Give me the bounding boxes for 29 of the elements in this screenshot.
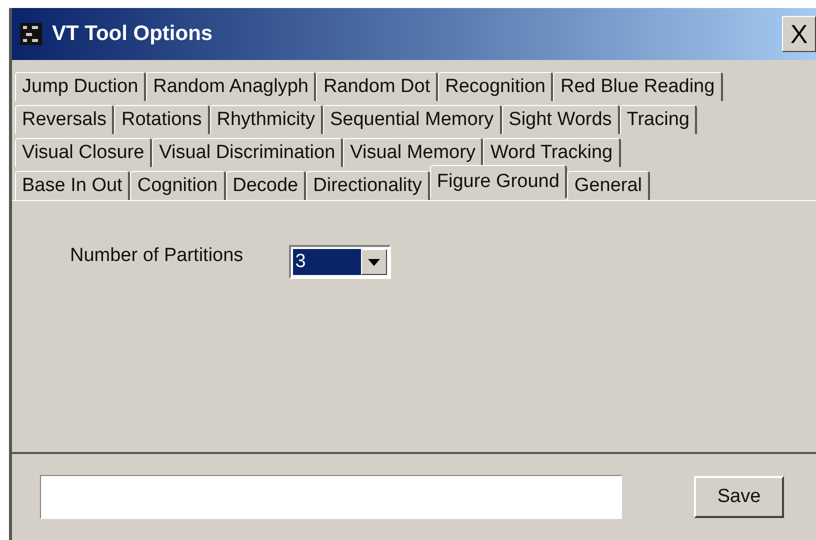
caret-icon bbox=[368, 258, 380, 266]
window-title: VT Tool Options bbox=[52, 22, 214, 46]
tab[interactable]: Figure Ground bbox=[430, 165, 568, 198]
partitions-label: Number of Partitions bbox=[70, 245, 244, 267]
tab[interactable]: General bbox=[567, 171, 650, 200]
tab[interactable]: Directionality bbox=[306, 171, 430, 200]
tab[interactable]: Random Anaglyph bbox=[146, 72, 316, 101]
tab[interactable]: Sight Words bbox=[502, 105, 620, 134]
tab[interactable]: Red Blue Reading bbox=[553, 72, 723, 101]
tab[interactable]: Reversals bbox=[15, 105, 114, 134]
tab[interactable]: Visual Memory bbox=[343, 138, 484, 167]
tab[interactable]: Rotations bbox=[114, 105, 210, 134]
tab[interactable]: Visual Closure bbox=[15, 138, 152, 167]
input-field[interactable] bbox=[40, 475, 622, 519]
tab[interactable]: Visual Discrimination bbox=[152, 138, 344, 167]
tab[interactable]: Jump Duction bbox=[15, 72, 146, 101]
tab[interactable]: Base In Out bbox=[15, 171, 130, 200]
partitions-dropdown[interactable]: 3 bbox=[289, 245, 392, 279]
tab[interactable]: Random Dot bbox=[316, 72, 438, 101]
tab[interactable]: Word Tracking bbox=[483, 138, 621, 167]
tab[interactable]: Tracing bbox=[620, 105, 698, 134]
save-button[interactable]: Save bbox=[694, 476, 784, 518]
tab[interactable]: Recognition bbox=[438, 72, 554, 101]
tab[interactable]: Decode bbox=[226, 171, 306, 200]
tab[interactable]: Cognition bbox=[130, 171, 226, 200]
app-icon bbox=[20, 23, 42, 45]
close-button[interactable]: X bbox=[782, 16, 816, 52]
tab[interactable]: Sequential Memory bbox=[322, 105, 502, 134]
tab[interactable]: Rhythmicity bbox=[210, 105, 323, 134]
